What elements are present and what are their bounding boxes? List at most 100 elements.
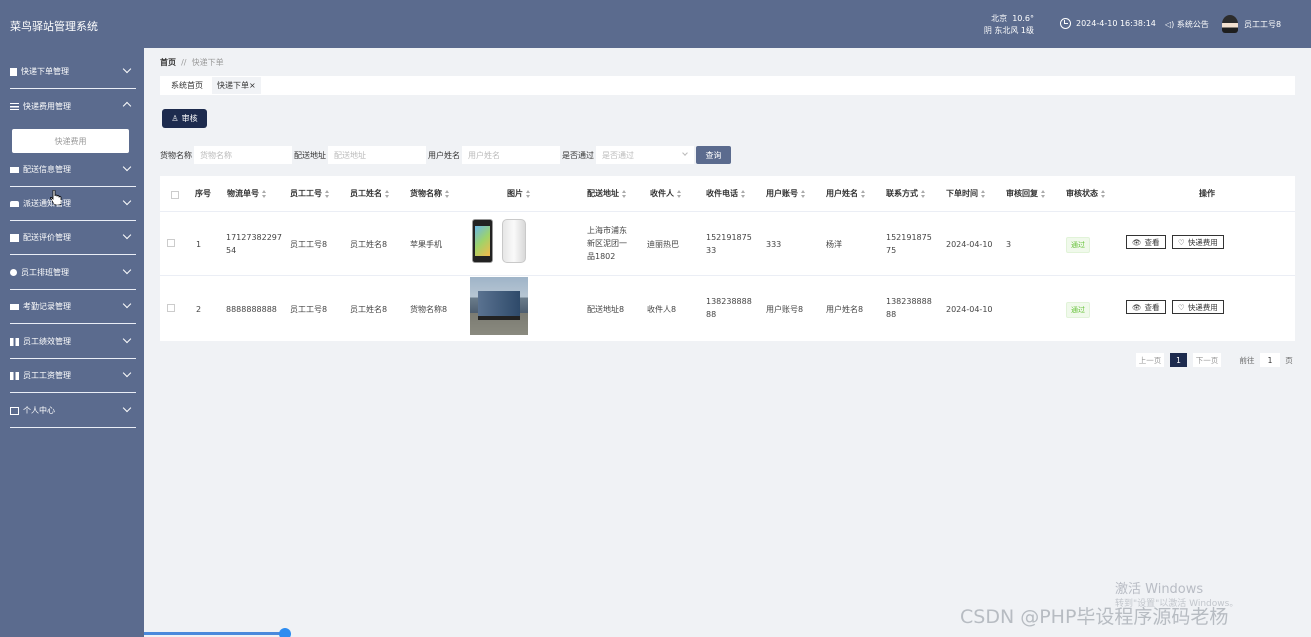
prev-page-button[interactable]: 上一页	[1136, 353, 1164, 367]
sidebar-subitem-fee[interactable]: 快递费用	[12, 129, 129, 153]
col-reply[interactable]: 审核回复	[1006, 188, 1046, 199]
cell-line: 上海市浦东	[587, 226, 627, 235]
cell-goods: 苹果手机	[410, 240, 442, 249]
sidebar-item-salary[interactable]: 员工工资管理	[10, 359, 136, 393]
cell-emp-no: 员工工号8	[290, 240, 328, 249]
truck-shape	[478, 291, 520, 320]
cell-address: 配送地址8	[587, 303, 624, 316]
pass-select[interactable]: 是否通过	[596, 146, 694, 164]
sidebar-item-review[interactable]: 配送评价管理	[10, 221, 136, 255]
col-emp-no[interactable]: 员工工号	[290, 188, 330, 199]
sidebar-item-attendance[interactable]: 考勤记录管理	[10, 290, 136, 324]
app-title: 菜鸟驿站管理系统	[10, 20, 98, 33]
sidebar-item-label: 配送评价管理	[23, 233, 71, 242]
truck-image[interactable]	[470, 277, 528, 335]
sidebar-item-label: 快递下单管理	[21, 67, 69, 76]
col-contact[interactable]: 联系方式	[886, 188, 926, 199]
cell-line: 152191875	[706, 233, 752, 242]
user-menu[interactable]: 员工工号8	[1222, 15, 1281, 33]
select-all-checkbox[interactable]	[171, 191, 179, 199]
chevron-down-icon	[122, 299, 132, 309]
sort-icon	[741, 189, 746, 198]
cell-line: 138238888	[706, 297, 752, 306]
sidebar-item-fee[interactable]: 快递费用管理	[10, 89, 136, 123]
cell-reply: 3	[1006, 240, 1012, 249]
divider	[160, 275, 1295, 276]
tab-home[interactable]: 系统首页	[166, 77, 208, 94]
chevron-down-icon	[122, 230, 132, 240]
sort-icon	[921, 189, 926, 198]
page-1-button[interactable]: 1	[1170, 353, 1187, 367]
col-account[interactable]: 用户账号	[766, 188, 806, 199]
sidebar-item-notice[interactable]: 派送通知管理	[10, 187, 136, 221]
view-button[interactable]: 👁︎ 查看	[1126, 235, 1166, 249]
sidebar-item-order[interactable]: 快递下单管理	[10, 55, 136, 89]
address-search-input[interactable]: 配送地址	[328, 146, 426, 164]
col-receiver-phone[interactable]: 收件电话	[706, 188, 746, 199]
sidebar: 快递下单管理 快递费用管理 快递费用 配送信息管理 派送通知管理 配送评价管理 …	[0, 48, 144, 637]
sort-icon	[801, 189, 806, 198]
chevron-down-icon	[122, 403, 132, 413]
notice-link[interactable]: ◁) 系统公告	[1165, 19, 1209, 30]
row-checkbox[interactable]	[167, 304, 175, 312]
fee-button[interactable]: ♡ 快递费用	[1172, 300, 1224, 314]
weather-city: 北京	[991, 14, 1008, 23]
fee-button[interactable]: ♡ 快递费用	[1172, 235, 1224, 249]
horizontal-scrollbar[interactable]	[144, 632, 284, 635]
username-search-input[interactable]: 用户姓名	[462, 146, 560, 164]
col-label: 配送地址	[587, 189, 619, 198]
pass-select-placeholder: 是否通过	[602, 150, 634, 160]
col-goods[interactable]: 货物名称	[410, 188, 450, 199]
sort-icon	[526, 189, 531, 198]
col-label: 收件人	[650, 189, 674, 198]
next-page-button[interactable]: 下一页	[1193, 353, 1221, 367]
cell-time: 2024-04-10	[946, 240, 993, 249]
row-checkbox[interactable]	[167, 239, 175, 247]
cell-line: 新区泥团一	[587, 239, 627, 248]
col-receiver[interactable]: 收件人	[650, 188, 682, 199]
col-emp-name[interactable]: 员工姓名	[350, 188, 390, 199]
col-status[interactable]: 审核状态	[1066, 188, 1106, 199]
datetime-text: 2024-4-10 16:38:14	[1076, 19, 1156, 28]
sidebar-item-schedule[interactable]: 员工排班管理	[10, 256, 136, 290]
truck-icon	[10, 166, 19, 173]
goods-search-input[interactable]: 货物名称	[194, 146, 292, 164]
sort-icon	[861, 189, 866, 198]
heart-icon: ♡	[1178, 302, 1185, 312]
sort-icon	[622, 189, 627, 198]
col-tracking[interactable]: 物流单号	[227, 188, 267, 199]
col-address[interactable]: 配送地址	[587, 188, 627, 199]
card-icon	[10, 406, 19, 415]
query-button[interactable]: 查询	[696, 146, 731, 164]
audit-button[interactable]: ♙ 审核	[162, 109, 207, 128]
col-time[interactable]: 下单时间	[946, 188, 986, 199]
breadcrumb-current: 快递下单	[191, 58, 224, 67]
chevron-down-icon	[122, 196, 132, 206]
cell-tracking: 8888888888	[226, 303, 277, 316]
tab-order[interactable]: 快递下单×	[212, 77, 261, 94]
username-label: 用户姓名	[428, 150, 460, 160]
sidebar-item-profile[interactable]: 个人中心	[10, 394, 136, 428]
sidebar-item-performance[interactable]: 员工绩效管理	[10, 325, 136, 359]
sidebar-item-delivery[interactable]: 配送信息管理	[10, 153, 136, 187]
weather-temp: 10.6°	[1012, 14, 1034, 23]
phone-image[interactable]	[470, 216, 528, 266]
cell-receiver: 收件人8	[647, 305, 677, 314]
cell-line: 75	[886, 246, 897, 255]
breadcrumb-home[interactable]: 首页	[160, 58, 176, 67]
audit-button-label: 审核	[181, 114, 198, 123]
cell-receiver-phone: 138238888 88	[706, 295, 752, 321]
col-image[interactable]: 图片	[507, 188, 531, 199]
cell-uname: 用户姓名8	[826, 305, 864, 314]
cell-line: 8888888888	[226, 305, 277, 314]
scroll-handle[interactable]	[279, 628, 291, 637]
page-jump-input[interactable]: 1	[1260, 353, 1280, 367]
col-index: 序号	[195, 189, 211, 198]
cell-line: 54	[226, 246, 237, 255]
cell-account: 333	[766, 240, 782, 249]
view-button[interactable]: 👁︎ 查看	[1126, 300, 1166, 314]
col-uname[interactable]: 用户姓名	[826, 188, 866, 199]
cell-contact: 138238888 88	[886, 295, 932, 321]
cell-receiver: 迪丽热巴	[647, 240, 679, 249]
cell-line: 33	[706, 246, 717, 255]
